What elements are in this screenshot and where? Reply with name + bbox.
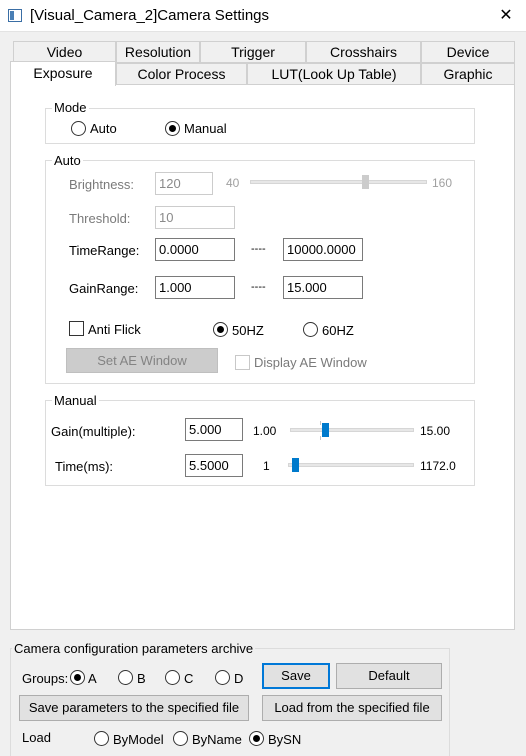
tab-exposure[interactable]: Exposure (10, 61, 116, 86)
brightness-min: 40 (226, 176, 240, 190)
load-bymodel-label: ByModel (113, 732, 164, 747)
mode-auto-radio[interactable] (71, 121, 86, 136)
tab-lut[interactable]: LUT(Look Up Table) (247, 63, 421, 85)
gain-slider-track[interactable] (290, 428, 414, 432)
time-field[interactable]: 5.5000 (185, 454, 243, 477)
default-button[interactable]: Default (336, 663, 442, 689)
gainrange-from-field[interactable]: 1.000 (155, 276, 235, 299)
hz50-radio[interactable] (213, 322, 228, 337)
mode-auto-label: Auto (90, 121, 117, 136)
time-slider-track[interactable] (288, 463, 414, 467)
gain-min: 1.00 (253, 424, 277, 438)
gain-slider-tick (320, 436, 321, 440)
load-from-file-button[interactable]: Load from the specified file (262, 695, 442, 721)
groups-label: Groups: (22, 671, 69, 686)
group-a-label: A (88, 671, 97, 686)
brightness-slider-thumb[interactable] (362, 175, 369, 189)
save-button[interactable]: Save (262, 663, 330, 689)
load-bymodel-radio[interactable] (94, 731, 109, 746)
brightness-field[interactable]: 120 (155, 172, 213, 195)
timerange-from-field[interactable]: 0.0000 (155, 238, 235, 261)
display-ae-window-checkbox[interactable] (235, 355, 250, 370)
set-ae-window-button[interactable]: Set AE Window (66, 348, 218, 373)
gain-slider-thumb[interactable] (322, 423, 329, 437)
load-bysn-label: BySN (268, 732, 302, 747)
anti-flick-checkbox[interactable] (69, 321, 84, 336)
auto-group-title: Auto (52, 153, 83, 168)
load-byname-radio[interactable] (173, 731, 188, 746)
mode-manual-radio[interactable] (165, 121, 180, 136)
mode-group-title: Mode (52, 100, 89, 115)
tab-video[interactable]: Video (13, 41, 116, 63)
gain-label: Gain(multiple): (51, 424, 136, 439)
gain-max: 15.00 (420, 424, 451, 438)
time-slider-thumb[interactable] (292, 458, 299, 472)
brightness-max: 160 (432, 176, 453, 190)
close-icon[interactable]: ✕ (488, 2, 524, 30)
gain-field[interactable]: 5.000 (185, 418, 243, 441)
load-byname-label: ByName (192, 732, 242, 747)
group-d-radio[interactable] (215, 670, 230, 685)
load-label: Load (22, 730, 51, 745)
mode-manual-label: Manual (184, 121, 227, 136)
gainrange-separator: ---- (251, 281, 266, 293)
timerange-separator: ---- (251, 243, 266, 255)
hz60-label: 60HZ (322, 323, 354, 338)
window-title: [Visual_Camera_2]Camera Settings (30, 7, 270, 24)
load-bysn-radio[interactable] (249, 731, 264, 746)
group-c-label: C (184, 671, 194, 686)
group-b-radio[interactable] (118, 670, 133, 685)
brightness-slider-track[interactable] (250, 180, 427, 184)
tab-crosshairs[interactable]: Crosshairs (306, 41, 421, 63)
time-max: 1172.0 (420, 459, 456, 473)
hz60-radio[interactable] (303, 322, 318, 337)
threshold-label: Threshold: (69, 211, 131, 226)
group-c-radio[interactable] (165, 670, 180, 685)
tab-device[interactable]: Device (421, 41, 515, 63)
tab-trigger[interactable]: Trigger (200, 41, 306, 63)
brightness-label: Brightness: (69, 177, 135, 192)
tab-graphic[interactable]: Graphic (421, 63, 515, 85)
time-min: 1 (263, 459, 270, 473)
tab-resolution[interactable]: Resolution (116, 41, 200, 63)
save-to-file-button[interactable]: Save parameters to the specified file (19, 695, 249, 721)
anti-flick-label: Anti Flick (88, 322, 141, 337)
timerange-to-field[interactable]: 10000.0000 (283, 238, 363, 261)
archive-group-title: Camera configuration parameters archive (12, 641, 256, 656)
title-bar: [Visual_Camera_2]Camera Settings ✕ (0, 0, 526, 32)
manual-group-title: Manual (52, 393, 99, 408)
display-ae-window-label: Display AE Window (254, 355, 367, 370)
group-a-radio[interactable] (70, 670, 85, 685)
hz50-label: 50HZ (232, 323, 264, 338)
group-d-label: D (234, 671, 244, 686)
timerange-label: TimeRange: (69, 243, 140, 258)
time-label: Time(ms): (55, 459, 114, 474)
tab-color-process[interactable]: Color Process (116, 63, 247, 85)
gainrange-label: GainRange: (69, 281, 139, 296)
gain-slider-tick (320, 421, 321, 425)
group-b-label: B (137, 671, 146, 686)
app-window-icon (8, 9, 22, 22)
threshold-field[interactable]: 10 (155, 206, 235, 229)
gainrange-to-field[interactable]: 15.000 (283, 276, 363, 299)
